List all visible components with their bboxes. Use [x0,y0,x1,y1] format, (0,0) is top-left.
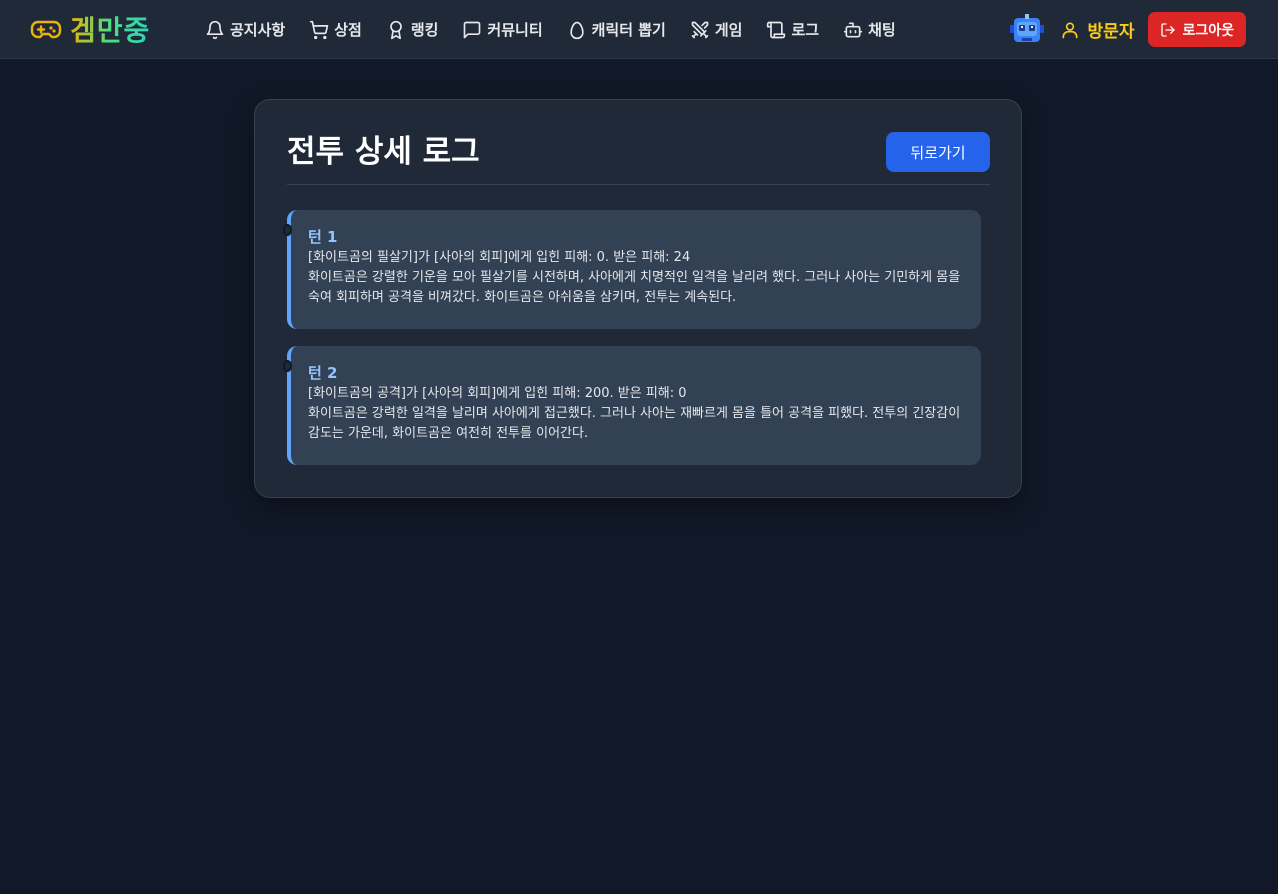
nav-item-chat[interactable]: 채팅 [843,19,896,40]
logout-icon [1161,22,1176,37]
nav-item-label: 게임 [714,21,743,39]
nav-item-shop[interactable]: 상점 [309,19,362,40]
timeline-dot [283,224,292,236]
nav-item-log[interactable]: 로그 [766,19,819,40]
timeline-dot [283,360,292,372]
battle-log-card: 전투 상세 로그 뒤로가기 턴 1 [화이트곰의 필살기]가 [사아의 회피]에… [254,99,1022,498]
nav-item-label: 공지사항 [230,21,286,39]
egg-icon [569,21,584,39]
back-button[interactable]: 뒤로가기 [886,132,990,172]
nav-item-community[interactable]: 커뮤니티 [462,19,543,40]
turn-title: 턴 1 [308,228,338,246]
page-title: 전투 상세 로그 [287,134,480,170]
brand-name: 겜만중 [70,9,150,49]
logout-label: 로그아웃 [1182,22,1234,39]
user-icon [1062,22,1078,38]
scroll-icon [767,21,786,38]
bell-icon [206,20,224,39]
nav-item-gacha[interactable]: 캐릭터 뽑기 [567,19,666,40]
top-navbar: 겜만중 공지사항 상점 랭킹 커뮤니티 캐릭터 뽑기 게임 로그 채팅 방문자 … [0,0,1278,59]
crossed-swords-icon [691,21,709,38]
user-area: 방문자 로그아웃 [1007,0,1246,59]
bot-icon [843,22,863,37]
main-nav: 공지사항 상점 랭킹 커뮤니티 캐릭터 뽑기 게임 로그 채팅 [205,0,896,59]
turn-narrative: 화이트곰은 강력한 일격을 날리며 사아에게 접근했다. 그러나 사아는 재빠르… [308,406,961,441]
turn-damage-summary: [화이트곰의 필살기]가 [사아의 회피]에게 입힌 피해: 0. 받은 피해:… [308,250,691,265]
card-header: 전투 상세 로그 뒤로가기 [287,132,990,185]
turn-log-list: 턴 1 [화이트곰의 필살기]가 [사아의 회피]에게 입힌 피해: 0. 받은… [283,210,981,482]
nav-item-ranking[interactable]: 랭킹 [386,19,439,40]
chat-bubble-icon [464,21,481,38]
turn-title: 턴 2 [308,364,338,382]
award-icon [389,20,402,39]
user-profile[interactable]: 방문자 [1060,17,1135,42]
turn-narrative: 화이트곰은 강렬한 기운을 모아 필살기를 시전하며, 사아에게 치명적인 일격… [308,270,961,305]
nav-item-label: 캐릭터 뽑기 [591,21,666,39]
turn-damage-summary: [화이트곰의 공격]가 [사아의 회피]에게 입힌 피해: 200. 받은 피해… [308,386,687,401]
turn-card: 턴 1 [화이트곰의 필살기]가 [사아의 회피]에게 입힌 피해: 0. 받은… [283,210,981,329]
brand-logo-link[interactable]: 겜만중 [30,10,150,48]
nav-item-label: 커뮤니티 [487,21,543,39]
gamepad-icon [30,20,62,39]
nav-item-label: 채팅 [868,21,896,39]
nav-item-game[interactable]: 게임 [690,19,743,40]
cart-icon [310,20,329,39]
turn-card: 턴 2 [화이트곰의 공격]가 [사아의 회피]에게 입힌 피해: 200. 받… [283,346,981,465]
nav-item-notice[interactable]: 공지사항 [205,19,285,40]
nav-item-label: 로그 [791,21,820,39]
user-name: 방문자 [1087,22,1135,42]
logout-button[interactable]: 로그아웃 [1148,12,1246,47]
nav-item-label: 상점 [334,21,362,39]
nav-item-label: 랭킹 [410,21,439,39]
avatar[interactable] [1007,10,1046,49]
